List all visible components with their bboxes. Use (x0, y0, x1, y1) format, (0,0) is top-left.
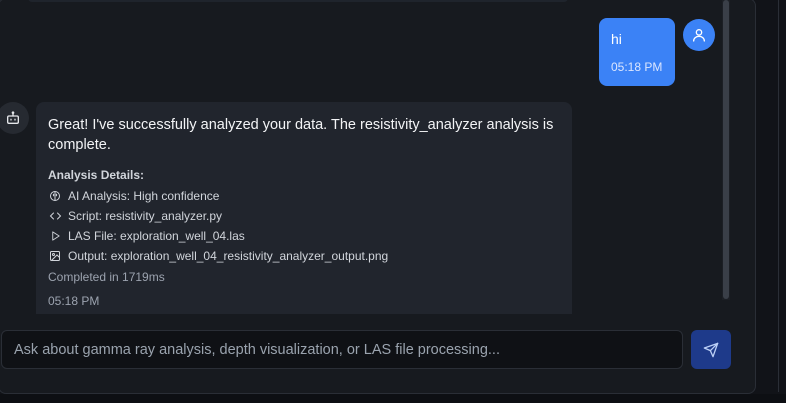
bot-icon (7, 111, 19, 124)
analysis-details-title: Analysis Details: (48, 168, 145, 182)
play-icon (48, 229, 62, 243)
detail-ai-analysis: AI Analysis: High confidence (48, 186, 560, 206)
detail-label: Output: exploration_well_04_resistivity_… (68, 249, 389, 263)
detail-label: LAS File: exploration_well_04.las (68, 229, 245, 243)
previous-message-fragment (28, 0, 568, 2)
right-panel-edge (778, 0, 786, 392)
user-message-text: hi (611, 31, 622, 47)
detail-label: Script: resistivity_analyzer.py (68, 209, 223, 223)
brain-icon (48, 189, 62, 203)
image-icon (48, 249, 62, 263)
completion-time: Completed in 1719ms (48, 270, 165, 284)
analysis-details-list: AI Analysis: High confidence Script: res… (48, 186, 560, 266)
user-avatar (683, 19, 715, 51)
user-message-bubble: hi 05:18 PM (599, 18, 675, 86)
bot-message-bubble: Great! I've successfully analyzed your d… (36, 102, 572, 314)
detail-output: Output: exploration_well_04_resistivity_… (48, 246, 560, 266)
bottom-strip (0, 394, 786, 403)
send-button[interactable] (691, 330, 731, 369)
user-icon (693, 29, 705, 42)
scrollbar-thumb[interactable] (723, 0, 729, 299)
send-icon (703, 342, 719, 357)
chat-input[interactable] (1, 330, 683, 369)
detail-las-file: LAS File: exploration_well_04.las (48, 226, 560, 246)
detail-script: Script: resistivity_analyzer.py (48, 206, 560, 226)
bot-message-time: 05:18 PM (48, 294, 100, 308)
code-icon (48, 209, 62, 223)
user-message-time: 05:18 PM (611, 60, 663, 74)
detail-label: AI Analysis: High confidence (68, 189, 220, 203)
bot-message-text: Great! I've successfully analyzed your d… (48, 117, 554, 153)
